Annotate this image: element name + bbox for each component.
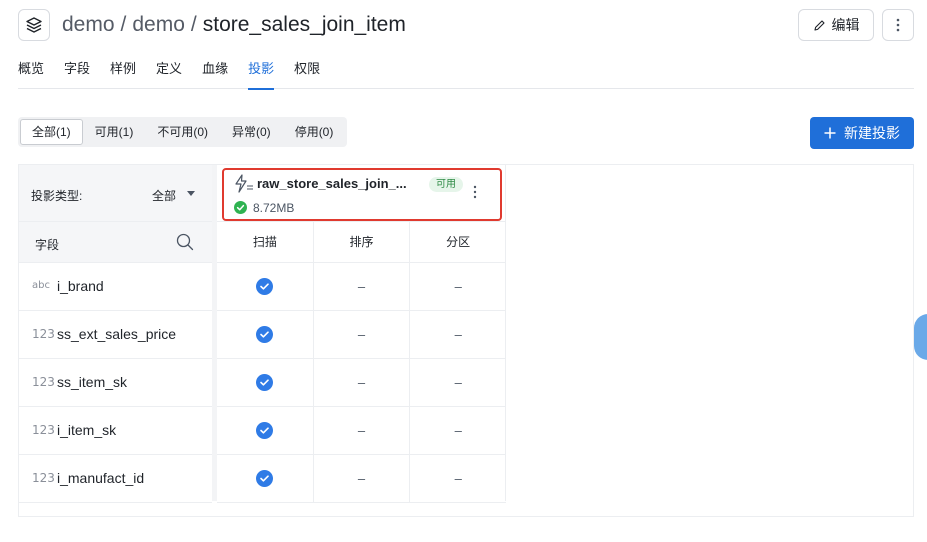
scan-header: 扫描 <box>217 222 314 262</box>
field-name: ss_ext_sales_price <box>57 326 177 342</box>
table-row: – – <box>217 455 506 503</box>
breadcrumb-separator: / <box>190 13 197 36</box>
table-row: – – <box>217 359 506 407</box>
new-projection-label: 新建投影 <box>844 125 900 141</box>
scan-cell <box>217 407 314 454</box>
floating-assistant-handle[interactable] <box>914 314 927 360</box>
number-type-icon: 123 <box>32 471 55 485</box>
projection-card[interactable]: raw_store_sales_join_... 可用 8.72MB <box>217 165 506 222</box>
field-row: 123 i_manufact_id <box>19 455 212 503</box>
tab-lineage[interactable]: 血缘 <box>202 58 228 89</box>
sort-cell: – <box>314 311 411 358</box>
tab-definition[interactable]: 定义 <box>156 58 182 89</box>
new-projection-button[interactable]: 新建投影 <box>810 117 914 149</box>
table-row: – – <box>217 407 506 455</box>
field-row: 123 i_item_sk <box>19 407 212 455</box>
search-icon[interactable] <box>176 233 194 251</box>
projection-type-label: 投影类型: <box>31 189 83 203</box>
page-title: store_sales_join_item <box>202 13 406 36</box>
scan-cell <box>217 359 314 406</box>
plus-icon <box>824 127 836 139</box>
projection-type-filter[interactable]: 投影类型: 全部 <box>19 165 212 222</box>
field-name: ss_item_sk <box>57 374 128 390</box>
field-row: abc i_brand <box>19 263 212 311</box>
partition-header: 分区 <box>446 235 471 249</box>
sort-cell: – <box>314 407 411 454</box>
projection-name[interactable]: raw_store_sales_join_... <box>257 176 407 191</box>
more-menu-button[interactable] <box>882 9 914 41</box>
more-vertical-icon <box>896 18 900 32</box>
filter-all[interactable]: 全部(1) <box>20 119 83 145</box>
caret-down-icon[interactable] <box>187 191 195 196</box>
check-icon <box>256 422 274 439</box>
field-header: 字段 <box>19 222 212 263</box>
filter-unavailable[interactable]: 不可用(0) <box>145 119 220 145</box>
check-icon <box>256 326 274 343</box>
lightning-index-icon <box>235 174 253 193</box>
number-type-icon: 123 <box>32 327 55 341</box>
check-icon <box>256 278 274 295</box>
layers-icon <box>18 9 50 41</box>
field-name: i_manufact_id <box>57 470 145 486</box>
tab-samples[interactable]: 样例 <box>110 58 136 89</box>
table-row: – – <box>217 311 506 359</box>
check-icon <box>256 374 274 391</box>
partition-cell: – <box>454 423 462 438</box>
breadcrumb-separator: / <box>120 13 127 36</box>
number-type-icon: 123 <box>32 375 55 389</box>
filter-error[interactable]: 异常(0) <box>220 119 283 145</box>
partition-cell: – <box>454 471 462 486</box>
edit-button[interactable]: 编辑 <box>798 9 874 41</box>
tab-fields[interactable]: 字段 <box>64 58 90 89</box>
scan-cell <box>217 263 314 310</box>
field-name: i_item_sk <box>57 422 117 438</box>
sort-cell: – <box>314 359 411 406</box>
check-icon <box>256 470 274 487</box>
scan-cell <box>217 311 314 358</box>
projection-size: 8.72MB <box>253 201 295 215</box>
partition-cell: – <box>454 279 462 294</box>
tab-permissions[interactable]: 权限 <box>294 58 320 89</box>
filter-available[interactable]: 可用(1) <box>83 119 146 145</box>
field-name: i_brand <box>57 278 104 294</box>
more-vertical-icon[interactable] <box>473 185 477 199</box>
status-filter: 全部(1) 可用(1) 不可用(0) 异常(0) 停用(0) <box>18 117 348 147</box>
tab-projections[interactable]: 投影 <box>248 58 275 90</box>
tab-bar: 概览 字段 样例 定义 血缘 投影 权限 <box>18 58 914 90</box>
sort-cell: – <box>314 263 411 310</box>
table-row: – – <box>217 263 506 311</box>
projection-type-value[interactable]: 全部 <box>152 187 176 204</box>
filter-disabled[interactable]: 停用(0) <box>283 119 346 145</box>
sort-header: 排序 <box>314 222 411 262</box>
status-badge: 可用 <box>429 177 463 192</box>
partition-cell: – <box>454 327 462 342</box>
tab-overview[interactable]: 概览 <box>18 58 44 89</box>
projection-column-headers: 扫描 排序 分区 <box>217 222 506 263</box>
projection-column: raw_store_sales_join_... 可用 8.72MB 扫描 排序… <box>217 165 506 503</box>
projection-panel: 投影类型: 全部 字段 abc i_brand 123 ss_ext_sales… <box>18 164 914 517</box>
pencil-icon <box>813 19 825 31</box>
partition-cell: – <box>454 375 462 390</box>
scan-cell <box>217 455 314 502</box>
edit-button-label: 编辑 <box>831 17 860 33</box>
number-type-icon: 123 <box>32 423 55 437</box>
breadcrumb-db[interactable]: demo <box>62 13 115 37</box>
field-header-label: 字段 <box>35 238 60 252</box>
check-circle-icon <box>234 201 247 214</box>
breadcrumb: demo / demo / store_sales_join_item <box>62 13 406 37</box>
sort-cell: – <box>314 455 411 502</box>
field-row: 123 ss_ext_sales_price <box>19 311 212 359</box>
header: demo / demo / store_sales_join_item 编辑 <box>18 9 914 41</box>
field-row: 123 ss_item_sk <box>19 359 212 407</box>
breadcrumb-schema[interactable]: demo <box>132 13 185 37</box>
field-column: 投影类型: 全部 字段 abc i_brand 123 ss_ext_sales… <box>19 165 212 503</box>
string-type-icon: abc <box>32 280 50 291</box>
